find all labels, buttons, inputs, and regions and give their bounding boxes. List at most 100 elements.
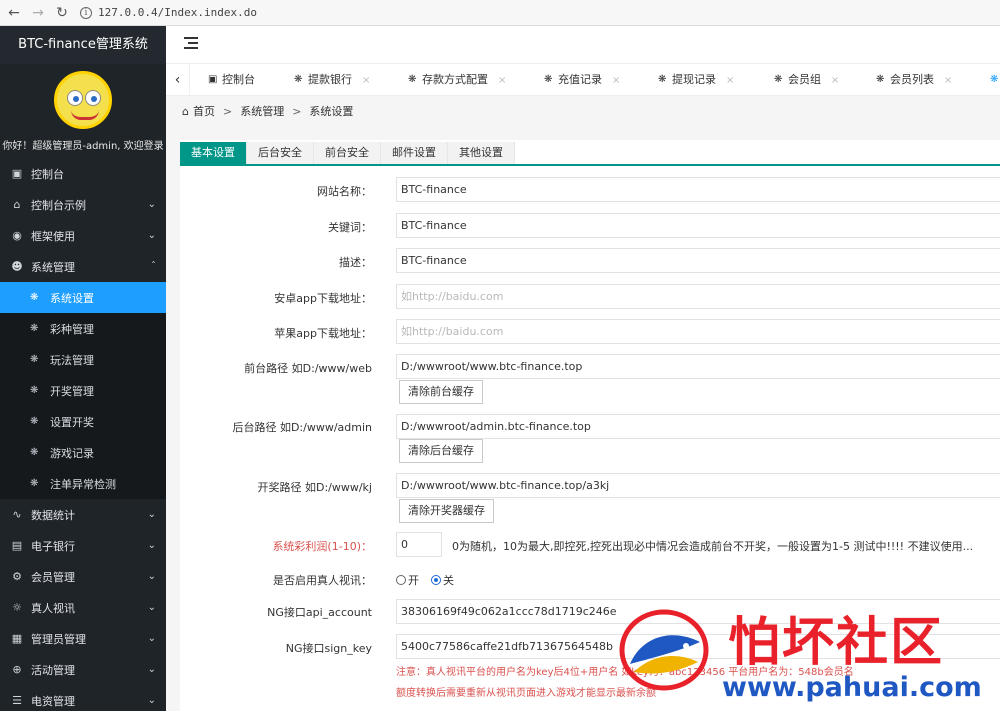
sidebar-item-dashboard-examples[interactable]: ⌂ 控制台示例 ⌄ [0, 189, 166, 220]
kj-path-input[interactable]: D:/wwwroot/www.btc-finance.top/a3kj [396, 473, 1000, 498]
sidebar-subitem-lottery[interactable]: ❋ 彩种管理 [0, 313, 166, 344]
watermark: 怕坏社区 www.pahuai.com [600, 596, 1000, 711]
chevron-down-icon: ⌄ [147, 199, 156, 210]
kj-path-label: 开奖路径 如D:/www/kj [257, 481, 372, 494]
sidebar-subitem-play[interactable]: ❋ 玩法管理 [0, 344, 166, 375]
tab-mail-settings[interactable]: 邮件设置 [381, 142, 448, 164]
watermark-title: 怕坏社区 [728, 613, 945, 673]
chevron-down-icon: ⌄ [147, 230, 156, 241]
sidebar-subitem-draw[interactable]: ❋ 开奖管理 [0, 375, 166, 406]
forward-arrow-icon[interactable]: → [28, 3, 48, 23]
tab-deposit-config[interactable]: ❋ 存款方式配置 × [400, 68, 506, 92]
reload-icon[interactable]: ↻ [52, 3, 72, 23]
sidebar-item-activity[interactable]: ⊕ 活动管理 ⌄ [0, 654, 166, 685]
tab-other-settings[interactable]: 其他设置 [448, 142, 515, 164]
sidebar-subitem-game-records[interactable]: ❋ 游戏记录 [0, 437, 166, 468]
ios-url-label: 苹果app下载地址： [274, 327, 372, 340]
profit-label: 系统彩利润(1-10)： [272, 540, 372, 553]
sidebar-item-bank[interactable]: ▤ 电子银行 ⌄ [0, 530, 166, 561]
tab-front-security[interactable]: 前台安全 [314, 142, 381, 164]
sidebar-item-more[interactable]: ☰ 电资管理 ⌄ [0, 685, 166, 716]
breadcrumb-settings: 系统设置 [309, 105, 354, 118]
tab-withdraw-records[interactable]: ❋ 提现记录 × [650, 68, 734, 92]
top-header [166, 26, 1000, 64]
tab-basic-settings[interactable]: 基本设置 [180, 142, 247, 164]
close-icon[interactable]: × [612, 75, 620, 86]
ng-key-label: NG接口sign_key [285, 642, 372, 655]
tab-dashboard[interactable]: ▣ 控制台 [200, 68, 255, 92]
tab-overflow[interactable]: ❋ [982, 68, 1000, 92]
gear-icon: ⚙ [12, 570, 22, 583]
sidebar-subitem-settings[interactable]: ❋ 系统设置 [0, 282, 166, 313]
welcome-text: 你好！超级管理员-admin, 欢迎登录 [2, 141, 164, 152]
sidebar-item-framework[interactable]: ◉ 框架使用 ⌄ [0, 220, 166, 251]
sidebar-item-dashboard[interactable]: ▣ 控制台 [0, 158, 166, 189]
back-arrow-icon[interactable]: ← [4, 3, 24, 23]
fish-logo-icon [619, 609, 709, 691]
close-icon[interactable]: × [831, 75, 839, 86]
sidebar-item-admins[interactable]: ▦ 管理员管理 ⌄ [0, 623, 166, 654]
url-text[interactable]: 127.0.0.4/Index.index.do [98, 6, 257, 19]
clear-kj-cache-button[interactable]: 清除开奖器缓存 [399, 499, 494, 523]
tab-recharge-records[interactable]: ❋ 充值记录 × [536, 68, 620, 92]
keywords-input[interactable]: BTC-finance [396, 213, 1000, 238]
spider-icon: ❋ [30, 447, 39, 458]
chevron-down-icon: ⌄ [147, 695, 156, 706]
grid-icon: ▦ [11, 632, 23, 645]
spider-icon: ❋ [544, 74, 553, 85]
address-bar[interactable]: i 127.0.0.4/Index.index.do [80, 3, 257, 23]
tab-scroll-left-icon[interactable]: ‹ [166, 64, 190, 96]
front-path-label: 前台路径 如D:/www/web [244, 362, 372, 375]
menu-toggle-icon[interactable] [184, 37, 198, 51]
sidebar-item-stats[interactable]: ∿ 数据统计 ⌄ [0, 499, 166, 530]
breadcrumb-system[interactable]: 系统管理 [240, 103, 284, 119]
spider-icon: ❋ [30, 292, 39, 303]
spider-icon: ❋ [30, 416, 39, 427]
sidebar-item-members[interactable]: ⚙ 会员管理 ⌄ [0, 561, 166, 592]
video-icon: ☼ [12, 601, 22, 614]
chevron-down-icon: ⌄ [147, 602, 156, 613]
sidebar-subitem-anomaly[interactable]: ❋ 注单异常检测 [0, 468, 166, 499]
chevron-up-icon: ˆ [151, 261, 156, 272]
sidebar-item-live-video[interactable]: ☼ 真人视讯 ⌄ [0, 592, 166, 623]
clear-front-cache-button[interactable]: 清除前台缓存 [399, 380, 483, 404]
sidebar-subitem-set-draw[interactable]: ❋ 设置开奖 [0, 406, 166, 437]
ios-url-input[interactable]: 如http://baidu.com [396, 319, 1000, 344]
keywords-label: 关键词： [328, 221, 372, 234]
description-label: 描述： [339, 256, 372, 269]
breadcrumb-home[interactable]: 首页 [193, 103, 215, 119]
spider-icon: ❋ [30, 323, 39, 334]
spider-icon: ❋ [990, 74, 999, 85]
spider-icon: ❋ [774, 74, 783, 85]
tab-admin-security[interactable]: 后台安全 [247, 142, 314, 164]
tab-member-list[interactable]: ❋ 会员列表 × [868, 68, 952, 92]
site-name-label: 网站名称： [317, 185, 372, 198]
close-icon[interactable]: × [944, 75, 952, 86]
site-name-input[interactable]: BTC-finance [396, 177, 1000, 202]
android-url-label: 安卓app下载地址： [274, 292, 372, 305]
monitor-icon: ▣ [11, 167, 23, 180]
chevron-down-icon: ⌄ [147, 509, 156, 520]
spider-icon: ❋ [30, 385, 39, 396]
live-off-label: 关 [443, 574, 454, 587]
sidebar-item-system[interactable]: ☻ 系统管理 ˆ [0, 251, 166, 282]
live-off-radio[interactable] [431, 575, 441, 585]
tab-member-group[interactable]: ❋ 会员组 × [766, 68, 839, 92]
clear-admin-cache-button[interactable]: 清除后台缓存 [399, 439, 483, 463]
page-tabs: ‹ ▣ 控制台 ❋ 提款银行 × ❋ 存款方式配置 × ❋ 充值记录 × ❋ 提现记录… [166, 64, 1000, 96]
close-icon[interactable]: × [726, 75, 734, 86]
watermark-url: www.pahuai.com [722, 672, 982, 703]
close-icon[interactable]: × [498, 75, 506, 86]
live-on-radio[interactable] [396, 575, 406, 585]
monitor-icon: ▣ [208, 74, 218, 85]
front-path-input[interactable]: D:/wwwroot/www.btc-finance.top [396, 354, 1000, 379]
chart-icon: ∿ [12, 508, 22, 521]
android-url-input[interactable]: 如http://baidu.com [396, 284, 1000, 309]
chevron-down-icon: ⌄ [147, 540, 156, 551]
description-input[interactable]: BTC-finance [396, 248, 1000, 273]
close-icon[interactable]: × [362, 75, 370, 86]
live-video-label: 是否启用真人视讯： [273, 574, 372, 587]
admin-path-input[interactable]: D:/wwwroot/admin.btc-finance.top [396, 414, 1000, 439]
profit-input[interactable]: 0 [396, 532, 442, 557]
tab-withdraw-bank[interactable]: ❋ 提款银行 × [286, 68, 370, 92]
